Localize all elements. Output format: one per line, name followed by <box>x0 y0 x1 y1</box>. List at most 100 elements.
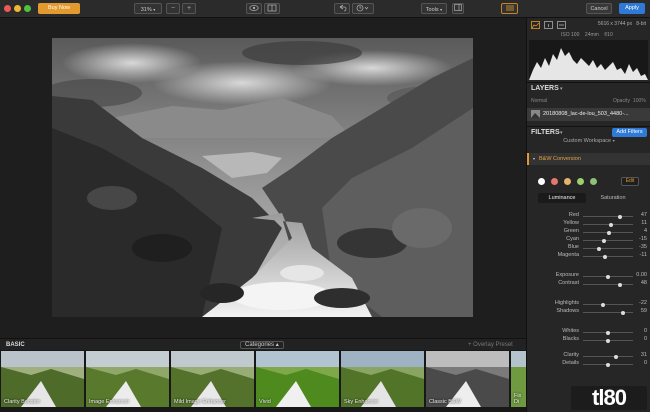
overlay-preset-button[interactable]: + Overlay Preset <box>468 342 513 348</box>
slider-handle[interactable] <box>620 310 625 315</box>
preset-thumbnail[interactable]: Classic B&W ★ <box>426 351 509 407</box>
edit-button[interactable]: Edit <box>621 177 639 186</box>
slider-track[interactable] <box>583 282 633 287</box>
preset-thumbnail[interactable]: Mild Image Enhancer <box>171 351 254 407</box>
color-swatch-white[interactable] <box>538 178 545 185</box>
slider-track[interactable] <box>583 330 633 335</box>
window-close-button[interactable] <box>4 5 11 12</box>
slider-value[interactable]: -11 <box>639 252 647 258</box>
zoom-in-button[interactable]: + <box>182 3 196 14</box>
slider-handle[interactable] <box>600 302 605 307</box>
slider-label: Clarity <box>563 352 579 358</box>
slider-handle[interactable] <box>608 222 613 227</box>
zoom-out-button[interactable]: − <box>166 3 180 14</box>
slider-value[interactable]: 0 <box>644 336 647 342</box>
color-swatch-red[interactable] <box>551 178 558 185</box>
slider-track[interactable] <box>583 214 633 219</box>
right-panel: 5616 x 3744 px 8-bit ISO 100 24mm f/10 L… <box>526 18 650 412</box>
slider-track[interactable] <box>583 246 633 251</box>
slider-value[interactable]: 31 <box>641 352 647 358</box>
chevron-up-icon: ▴ <box>275 342 279 348</box>
slider-handle[interactable] <box>606 362 610 367</box>
slider-value[interactable]: 4 <box>644 228 647 234</box>
slider-value[interactable]: -15 <box>639 236 647 242</box>
layers-stack-icon[interactable] <box>557 21 566 31</box>
exif-aperture: f/10 <box>604 32 613 38</box>
slider-handle[interactable] <box>603 254 608 259</box>
color-swatch-green[interactable] <box>577 178 584 185</box>
slider-label: Blue <box>567 244 579 250</box>
slider-value[interactable]: -35 <box>639 244 647 250</box>
window-maximize-button[interactable] <box>24 5 31 12</box>
eye-icon <box>249 5 259 11</box>
add-filters-button[interactable]: Add Filters <box>612 128 647 137</box>
exif-iso: ISO 100 <box>561 32 580 38</box>
color-swatch-teal[interactable] <box>590 178 597 185</box>
histogram-icon[interactable] <box>531 21 540 31</box>
tab-saturation[interactable]: Saturation <box>589 193 637 203</box>
window-minimize-button[interactable] <box>14 5 21 12</box>
star-icon[interactable]: ★ <box>470 398 476 406</box>
preset-thumbnail[interactable]: Sky Enhancer <box>341 351 424 407</box>
sidebar-toggle-button[interactable] <box>452 3 464 14</box>
preset-strip: Clarity Booster Image Enhancer Mild Imag… <box>0 350 526 412</box>
color-swatch-orange[interactable] <box>564 178 571 185</box>
slider-track[interactable] <box>583 254 633 259</box>
slider-label: Blacks <box>562 336 579 342</box>
undo-button[interactable] <box>334 3 350 14</box>
slider-value[interactable]: 59 <box>641 308 647 314</box>
slider-handle[interactable] <box>606 330 610 335</box>
tab-luminance[interactable]: Luminance <box>538 193 586 203</box>
workspace-select[interactable]: Custom Workspace ▾ <box>527 138 650 146</box>
slider-handle[interactable] <box>602 238 607 243</box>
slider-track[interactable] <box>583 338 633 343</box>
slider-value[interactable]: 11 <box>641 220 647 226</box>
slider-track[interactable] <box>583 354 633 359</box>
slider-handle[interactable] <box>618 282 622 287</box>
slider-handle[interactable] <box>607 230 611 235</box>
filters-title[interactable]: FILTERS <box>531 129 560 136</box>
slider-handle[interactable] <box>606 274 610 279</box>
apply-button[interactable]: Apply <box>619 3 645 14</box>
layers-header[interactable]: LAYERS ▾ <box>527 82 650 94</box>
slider-handle[interactable] <box>613 354 618 359</box>
adjustments-button[interactable] <box>501 3 518 14</box>
categories-dropdown[interactable]: Categories ▴ <box>240 341 284 349</box>
tools-menu[interactable]: Tools ▾ <box>421 3 447 14</box>
slider-value[interactable]: -22 <box>639 300 647 306</box>
photo-preview[interactable] <box>52 38 473 317</box>
info-icon[interactable] <box>544 21 553 31</box>
slider-handle[interactable] <box>617 214 622 219</box>
slider-track[interactable] <box>583 310 633 315</box>
preset-thumbnail[interactable]: Image Enhancer <box>86 351 169 407</box>
buy-now-button[interactable]: Buy Now <box>38 3 80 14</box>
slider-track[interactable] <box>583 302 633 307</box>
slider-handle[interactable] <box>606 338 610 343</box>
preset-thumbnail[interactable]: Fix Di <box>511 351 526 407</box>
slider-row-exposure: Exposure 0.00 <box>527 272 650 280</box>
slider-value[interactable]: 0 <box>644 328 647 334</box>
cancel-button[interactable]: Cancel <box>586 3 612 14</box>
slider-track[interactable] <box>583 222 633 227</box>
filter-header-bw[interactable]: ▾ B&W Conversion <box>527 153 650 165</box>
slider-handle[interactable] <box>597 246 602 251</box>
slider-track[interactable] <box>583 362 633 367</box>
layer-item[interactable]: 20180808_lac-de-lou_503_4480-... <box>527 108 650 121</box>
slider-value[interactable]: 47 <box>641 212 647 218</box>
slider-row-whites: Whites 0 <box>527 328 650 336</box>
preset-thumbnail[interactable]: Clarity Booster <box>1 351 84 407</box>
slider-track[interactable] <box>583 274 633 279</box>
slider-track[interactable] <box>583 230 633 235</box>
slider-value[interactable]: 48 <box>641 280 647 286</box>
preview-eye-button[interactable] <box>246 3 262 14</box>
history-button[interactable] <box>352 3 374 14</box>
zoom-select[interactable]: 31% ▾ <box>134 3 162 14</box>
preset-thumbnail[interactable]: Vivid <box>256 351 339 407</box>
compare-button[interactable] <box>264 3 280 14</box>
slider-value[interactable]: 0.00 <box>636 272 647 278</box>
blend-mode-select[interactable]: Normal <box>531 98 547 104</box>
opacity-value[interactable]: 100% <box>633 98 646 104</box>
slider-track[interactable] <box>583 238 633 243</box>
slider-value[interactable]: 0 <box>644 360 647 366</box>
preset-label: Vivid <box>259 399 271 405</box>
